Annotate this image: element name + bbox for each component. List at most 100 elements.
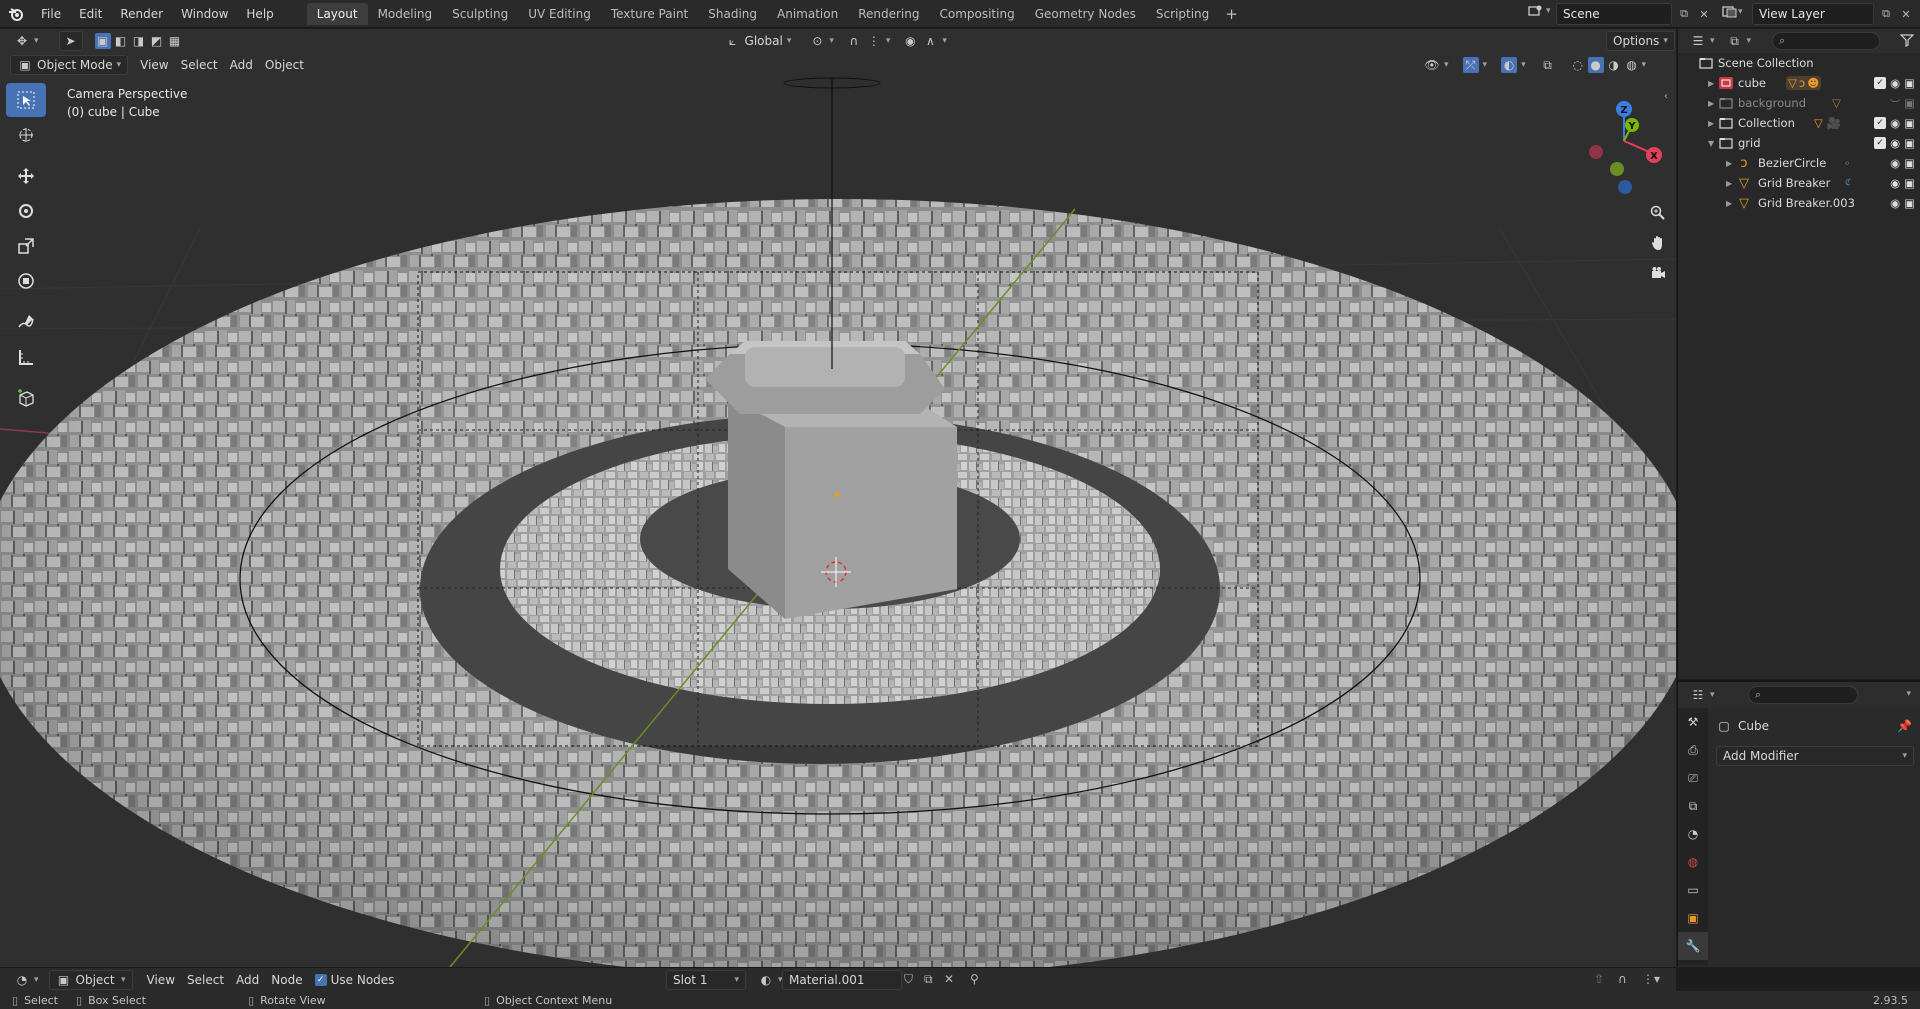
exclude-checkbox[interactable]: ✓	[1874, 137, 1887, 149]
add-modifier-dropdown[interactable]: Add Modifier ▾	[1716, 746, 1914, 766]
scale-tool-icon[interactable]	[6, 229, 46, 263]
tab-compositing[interactable]: Compositing	[929, 3, 1024, 25]
expand-arrow-icon[interactable]: ▶	[1708, 99, 1714, 108]
select-intersect-icon[interactable]: ▦	[167, 33, 183, 49]
use-nodes-checkbox[interactable]: ✓ Use Nodes	[309, 970, 401, 990]
visibility-eye-icon[interactable]: ◉	[1890, 176, 1900, 190]
tab-scripting[interactable]: Scripting	[1146, 3, 1219, 25]
annotate-tool-icon[interactable]	[6, 305, 46, 339]
wireframe-shading-icon[interactable]: ◌	[1570, 57, 1586, 73]
menu-help[interactable]: Help	[237, 0, 282, 28]
node-menu-add[interactable]: Add	[230, 970, 265, 990]
outliner-item-cube[interactable]: ▶ cube ▽ ↄ ☻ ✓ ◉ ▣	[1678, 73, 1920, 93]
properties-options-icon[interactable]: ▾	[1906, 689, 1911, 699]
tool-select-button[interactable]: ➤	[58, 31, 83, 51]
solid-shading-icon[interactable]: ●	[1587, 57, 1604, 73]
editor-type-button[interactable]: ✥ ▾	[8, 31, 45, 51]
rendered-shading-icon[interactable]: ◍	[1624, 57, 1640, 73]
view-layer-icon[interactable]: ▾	[1722, 5, 1743, 19]
expand-arrow-icon[interactable]: ▶	[1726, 159, 1732, 168]
expand-arrow-icon[interactable]: ▶	[1726, 199, 1732, 208]
object-mode-dropdown[interactable]: ▣ Object Mode ▾	[10, 55, 129, 75]
snap-toggle-icon[interactable]: ∩	[1618, 972, 1627, 986]
visibility-eye-icon[interactable]: ◉	[1890, 136, 1900, 150]
camera-view-icon[interactable]	[1646, 261, 1670, 285]
menu-window[interactable]: Window	[172, 0, 237, 28]
tab-texture-paint[interactable]: Texture Paint	[601, 3, 698, 25]
blender-logo-icon[interactable]	[0, 0, 32, 28]
pan-hand-icon[interactable]	[1646, 231, 1670, 255]
tab-rendering[interactable]: Rendering	[848, 3, 929, 25]
render-camera-icon[interactable]: ▣	[1904, 156, 1915, 170]
select-subtract-icon[interactable]: ◨	[131, 33, 147, 49]
outliner-item-beziercircle[interactable]: ▶ ↄ BezierCircle ℴ ◉ ▣	[1678, 153, 1920, 173]
shading-buttons[interactable]: ◌ ● ◑ ◍ ▾	[1564, 55, 1653, 75]
tool-tab-icon[interactable]: ⚒	[1678, 708, 1708, 736]
options-dropdown[interactable]: Options ▾	[1606, 31, 1675, 51]
select-invert-icon[interactable]: ◩	[149, 33, 165, 49]
zoom-icon[interactable]	[1646, 201, 1670, 225]
outliner-search-input[interactable]: ⌕	[1772, 32, 1880, 50]
hidden-eye-icon[interactable]: ︶	[1890, 96, 1900, 111]
unlink-material-icon[interactable]: ✕	[944, 972, 954, 986]
fake-user-shield-icon[interactable]: ⛉	[904, 972, 913, 987]
node-menu-view[interactable]: View	[141, 970, 181, 990]
material-name-field[interactable]: Material.001	[782, 970, 902, 990]
snap-toggle[interactable]: ∩ ⋮ ▾	[840, 31, 897, 51]
properties-search-input[interactable]: ⌕	[1748, 686, 1858, 704]
collapse-arrow-icon[interactable]: ▼	[1708, 139, 1714, 148]
render-camera-icon[interactable]: ▣	[1904, 136, 1915, 150]
scene-selector[interactable]: ▾	[1524, 3, 1551, 19]
duplicate-material-icon[interactable]: ⧉	[924, 972, 933, 987]
snap-element-icon[interactable]: ⋮▾	[1642, 972, 1660, 986]
add-workspace-icon[interactable]: +	[1219, 5, 1244, 23]
exclude-checkbox[interactable]: ✓	[1874, 77, 1887, 89]
viewport-menu-object[interactable]: Object	[259, 55, 310, 75]
delete-scene-icon[interactable]: ✕	[1694, 4, 1714, 24]
tab-layout[interactable]: Layout	[306, 2, 368, 25]
shader-type-dropdown[interactable]: ▣ Object ▾	[48, 969, 133, 990]
expand-arrow-icon[interactable]: ▶	[1708, 119, 1714, 128]
xray-toggle[interactable]: ⧉	[1534, 55, 1562, 75]
node-menu-node[interactable]: Node	[265, 970, 308, 990]
transform-orientation-dropdown[interactable]: ⟀ Global ▾	[719, 31, 798, 51]
viewport-menu-add[interactable]: Add	[224, 55, 259, 75]
object-tab-icon[interactable]: ▣	[1678, 904, 1708, 932]
tab-geometry-nodes[interactable]: Geometry Nodes	[1025, 3, 1146, 25]
output-tab-icon[interactable]: ⎚	[1678, 764, 1708, 792]
render-tab-icon[interactable]: ⎙	[1678, 736, 1708, 764]
selection-mode-buttons[interactable]: ▣ ◧ ◨ ◩ ▦	[89, 31, 189, 51]
menu-render[interactable]: Render	[111, 0, 172, 28]
menu-edit[interactable]: Edit	[70, 0, 111, 28]
proportional-edit-toggle[interactable]: ◉ ∧ ▾	[896, 31, 953, 51]
view-layer-field[interactable]: View Layer	[1752, 3, 1874, 25]
scene-name-field[interactable]: Scene	[1556, 3, 1672, 25]
outliner-item-grid-breaker-003[interactable]: ▶ ▽ Grid Breaker.003 ◉ ▣	[1678, 193, 1920, 213]
axis-gizmo-icon[interactable]: Z Y X	[1582, 89, 1672, 199]
render-camera-icon[interactable]: ▣	[1904, 116, 1915, 130]
visibility-dropdown[interactable]: 👁 ▾	[1418, 55, 1455, 75]
tab-shading[interactable]: Shading	[698, 3, 767, 25]
material-slot-dropdown[interactable]: Slot 1 ▾	[666, 970, 746, 990]
viewport-menu-select[interactable]: Select	[175, 55, 224, 75]
tab-uv-editing[interactable]: UV Editing	[518, 3, 601, 25]
outliner-item-background[interactable]: ▶ background ▽ ︶ ▣	[1678, 93, 1920, 113]
pin-icon[interactable]: ⚲	[970, 972, 979, 986]
properties-editor-type[interactable]: ☷ ▾	[1684, 685, 1721, 705]
3d-viewport[interactable]: ✥ ▾ ➤ ▣ ◧ ◨ ◩ ▦ ⟀ Global ▾ ⊙ ▾ ∩ ⋮ ▾ ◉ ∧…	[0, 29, 1676, 967]
outliner-editor-type[interactable]: ☰ ▾	[1684, 31, 1721, 51]
tab-sculpting[interactable]: Sculpting	[442, 3, 518, 25]
overlay-toggle[interactable]: ◐ ▾	[1495, 55, 1532, 75]
display-mode-dropdown[interactable]: ⧉ ▾	[1721, 31, 1758, 51]
scene-tab-icon[interactable]: ◔	[1678, 820, 1708, 848]
parent-node-tree-icon[interactable]: ⇧	[1594, 972, 1604, 986]
filter-icon[interactable]	[1899, 33, 1915, 50]
scene-collection-row[interactable]: Scene Collection	[1678, 53, 1920, 73]
add-cube-tool-icon[interactable]	[6, 381, 46, 415]
material-shading-icon[interactable]: ◑	[1606, 57, 1622, 73]
outliner-item-collection[interactable]: ▶ Collection ▽ 🎥 ✓ ◉ ▣	[1678, 113, 1920, 133]
render-camera-icon[interactable]: ▣	[1904, 76, 1915, 90]
rotate-tool-icon[interactable]	[6, 194, 46, 228]
select-box-tool-icon[interactable]	[6, 83, 46, 117]
viewport-menu-view[interactable]: View	[134, 55, 174, 75]
